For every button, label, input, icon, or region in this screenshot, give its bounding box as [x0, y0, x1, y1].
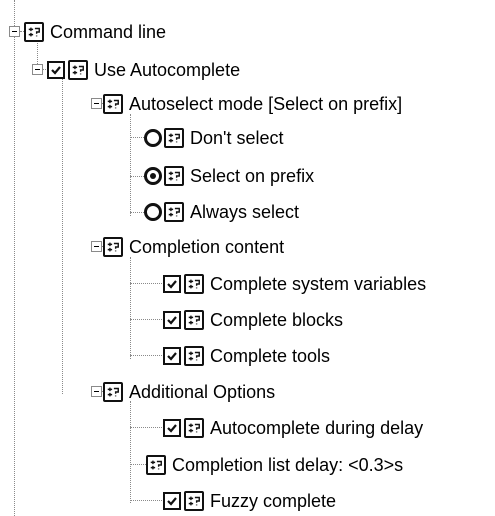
radio-icon[interactable]: [144, 129, 162, 147]
check-icon: [166, 422, 178, 434]
radio-select-on-prefix[interactable]: Select on prefix: [144, 162, 314, 190]
tree-line: [130, 355, 164, 356]
tree-item-complete-tools[interactable]: Complete tools: [163, 342, 330, 370]
property-icon: [103, 382, 123, 402]
property-icon: [164, 128, 184, 148]
property-icon: [184, 274, 204, 294]
tree-item-label: Completion content: [129, 237, 285, 257]
tree-item-command-line[interactable]: Command line: [24, 18, 166, 46]
property-icon: [184, 418, 204, 438]
property-icon: [184, 310, 204, 330]
collapse-icon[interactable]: [9, 26, 20, 37]
radio-label: Select on prefix: [190, 166, 315, 186]
radio-label: Don't select: [190, 128, 284, 148]
check-icon: [166, 350, 178, 362]
tree-line: [62, 76, 63, 394]
tree-line: [43, 69, 46, 70]
tree-line: [130, 427, 164, 428]
property-icon: [164, 166, 184, 186]
complete-blocks-checkbox[interactable]: [163, 311, 181, 329]
options-tree: Command line Use Autocomplete Autoselect…: [0, 0, 495, 516]
complete-system-variables-checkbox[interactable]: [163, 275, 181, 293]
check-icon: [166, 495, 178, 507]
tree-item-label: Complete blocks: [210, 310, 344, 330]
tree-line: [130, 137, 144, 138]
tree-item-complete-system-variables[interactable]: Complete system variables: [163, 270, 426, 298]
completion-list-delay-value: Completion list delay: <0.3>s: [172, 455, 404, 475]
use-autocomplete-checkbox[interactable]: [47, 61, 65, 79]
check-icon: [166, 278, 178, 290]
tree-line: [130, 319, 164, 320]
tree-item-label: Use Autocomplete: [94, 60, 241, 80]
check-icon: [50, 64, 62, 76]
tree-item-autocomplete-during-delay[interactable]: Autocomplete during delay: [163, 414, 423, 442]
tree-item-label: Additional Options: [129, 382, 276, 402]
radio-always-select[interactable]: Always select: [144, 198, 299, 226]
tree-line: [130, 464, 146, 465]
tree-item-completion-list-delay[interactable]: Completion list delay: <0.3>s: [146, 451, 403, 479]
tree-item-additional-options[interactable]: Additional Options: [103, 378, 275, 406]
tree-line: [130, 212, 144, 213]
tree-line: [130, 500, 164, 501]
property-icon: [24, 22, 44, 42]
property-icon: [184, 346, 204, 366]
check-icon: [166, 314, 178, 326]
property-icon: [68, 60, 88, 80]
property-icon: [103, 237, 123, 257]
tree-line: [14, 0, 15, 516]
tree-item-label: Autoselect mode [Select on prefix]: [129, 94, 403, 114]
radio-icon[interactable]: [144, 203, 162, 221]
property-icon: [103, 94, 123, 114]
tree-item-completion-content[interactable]: Completion content: [103, 233, 284, 261]
tree-line: [130, 283, 164, 284]
property-icon: [146, 455, 166, 475]
tree-item-label: Command line: [50, 22, 167, 42]
tree-item-complete-blocks[interactable]: Complete blocks: [163, 306, 343, 334]
autocomplete-during-delay-checkbox[interactable]: [163, 419, 181, 437]
tree-item-label: Autocomplete during delay: [210, 418, 424, 438]
complete-tools-checkbox[interactable]: [163, 347, 181, 365]
radio-dont-select[interactable]: Don't select: [144, 124, 283, 152]
radio-label: Always select: [190, 202, 300, 222]
tree-item-fuzzy-complete[interactable]: Fuzzy complete: [163, 487, 336, 515]
tree-item-autoselect-mode[interactable]: Autoselect mode [Select on prefix]: [103, 90, 402, 118]
tree-line: [130, 257, 131, 359]
tree-item-use-autocomplete[interactable]: Use Autocomplete: [47, 56, 240, 84]
tree-line: [130, 401, 131, 503]
property-icon: [184, 491, 204, 511]
fuzzy-complete-checkbox[interactable]: [163, 492, 181, 510]
collapse-icon[interactable]: [32, 64, 43, 75]
radio-icon[interactable]: [144, 167, 162, 185]
collapse-icon[interactable]: [91, 241, 102, 252]
tree-item-label: Fuzzy complete: [210, 491, 337, 511]
tree-item-label: Complete tools: [210, 346, 331, 366]
collapse-icon[interactable]: [91, 386, 102, 397]
tree-line: [130, 114, 131, 216]
property-icon: [164, 202, 184, 222]
tree-item-label: Complete system variables: [210, 274, 427, 294]
collapse-icon[interactable]: [91, 98, 102, 109]
tree-line: [130, 176, 144, 177]
